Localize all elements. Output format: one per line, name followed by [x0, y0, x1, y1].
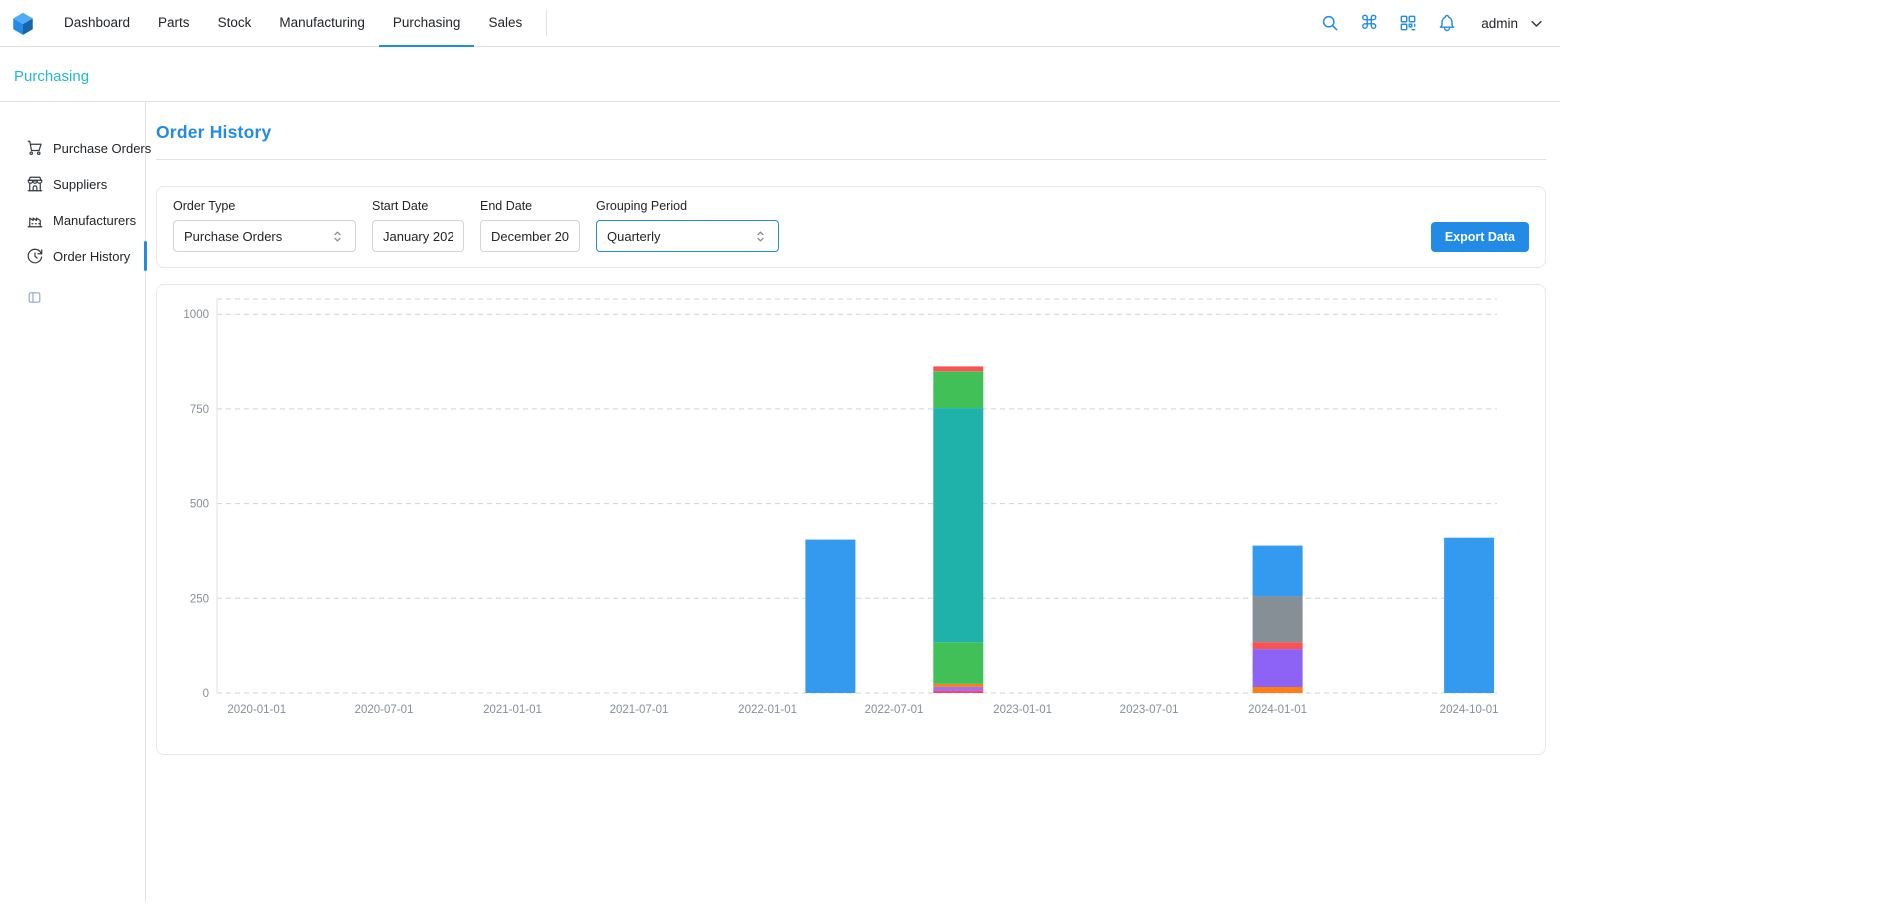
command-icon[interactable]: ⌘ [1358, 12, 1380, 34]
svg-text:500: 500 [190, 499, 209, 511]
page-title: Order History [156, 122, 1546, 143]
sidebar-item-label: Purchase Orders [53, 141, 151, 156]
grouping-period-field: Grouping Period Quarterly [596, 199, 779, 252]
purchasing-sidebar: Purchase Orders Suppliers Manufacturers [0, 102, 146, 902]
sidebar-item-order-history[interactable]: Order History [0, 238, 145, 274]
top-navbar: Dashboard Parts Stock Manufacturing Purc… [0, 0, 1560, 47]
order-type-select[interactable]: Purchase Orders [173, 220, 356, 252]
history-icon [26, 247, 44, 265]
svg-text:2023-01-01: 2023-01-01 [993, 704, 1052, 716]
app-window: Dashboard Parts Stock Manufacturing Purc… [0, 0, 1560, 902]
sidebar-collapse-icon[interactable] [27, 290, 42, 305]
sidebar-item-purchase-orders[interactable]: Purchase Orders [0, 130, 145, 166]
svg-text:2021-07-01: 2021-07-01 [610, 704, 669, 716]
grouping-period-label: Grouping Period [596, 199, 779, 213]
breadcrumb-bar: Purchasing [0, 47, 1560, 102]
main-nav-tabs: Dashboard Parts Stock Manufacturing Purc… [50, 0, 547, 46]
tab-dashboard[interactable]: Dashboard [50, 0, 144, 47]
selector-icon [330, 229, 345, 244]
building-store-icon [26, 175, 44, 193]
chart-card: 0 250 500 750 1000 2020-01-01 2020-07-01 2021-0… [156, 284, 1546, 755]
username: admin [1481, 16, 1518, 31]
title-divider [156, 159, 1546, 160]
tab-purchasing[interactable]: Purchasing [379, 0, 475, 47]
tab-sales[interactable]: Sales [474, 0, 536, 47]
sidebar-item-manufacturers[interactable]: Manufacturers [0, 202, 145, 238]
sidebar-item-suppliers[interactable]: Suppliers [0, 166, 145, 202]
order-history-chart: 0 250 500 750 1000 2020-01-01 2020-07-01 2021-0… [167, 297, 1535, 742]
grouping-period-select[interactable]: Quarterly [596, 220, 779, 252]
svg-text:2022-01-01: 2022-01-01 [738, 704, 797, 716]
sidebar-item-label: Suppliers [53, 177, 107, 192]
svg-text:2024-01-01: 2024-01-01 [1248, 704, 1307, 716]
sidebar-item-label: Manufacturers [53, 213, 136, 228]
tab-label: Sales [488, 15, 522, 30]
scan-qr-icon[interactable] [1397, 12, 1419, 34]
bell-icon[interactable] [1436, 12, 1458, 34]
tab-parts[interactable]: Parts [144, 0, 204, 47]
breadcrumb[interactable]: Purchasing [14, 68, 89, 85]
svg-text:2023-07-01: 2023-07-01 [1120, 704, 1179, 716]
tab-label: Manufacturing [279, 15, 365, 30]
start-date-input[interactable] [372, 220, 464, 252]
tab-manufacturing[interactable]: Manufacturing [265, 0, 379, 47]
order-type-field: Order Type Purchase Orders [173, 199, 356, 252]
tab-label: Dashboard [64, 15, 130, 30]
chevron-down-icon [1529, 16, 1544, 31]
export-data-button[interactable]: Export Data [1431, 222, 1529, 252]
search-icon[interactable] [1319, 12, 1341, 34]
tab-label: Parts [158, 15, 190, 30]
start-date-label: Start Date [372, 199, 464, 213]
svg-text:0: 0 [203, 688, 209, 700]
end-date-field: End Date [480, 199, 580, 252]
nav-divider [546, 10, 547, 36]
svg-text:2024-10-01: 2024-10-01 [1440, 704, 1499, 716]
end-date-label: End Date [480, 199, 580, 213]
app-logo[interactable] [10, 0, 36, 46]
svg-text:2022-07-01: 2022-07-01 [865, 704, 924, 716]
grouping-period-value: Quarterly [607, 229, 660, 244]
svg-text:250: 250 [190, 593, 209, 605]
tab-stock[interactable]: Stock [204, 0, 266, 47]
filter-panel: Order Type Purchase Orders Start Date En… [156, 186, 1546, 268]
tab-label: Stock [218, 15, 252, 30]
order-type-value: Purchase Orders [184, 229, 282, 244]
svg-text:2021-01-01: 2021-01-01 [483, 704, 542, 716]
inventree-logo-icon [10, 10, 36, 36]
order-type-label: Order Type [173, 199, 356, 213]
svg-text:1000: 1000 [183, 309, 209, 321]
navbar-actions: ⌘ admin [1319, 0, 1544, 46]
shopping-cart-icon [26, 139, 44, 157]
start-date-field: Start Date [372, 199, 464, 252]
end-date-input[interactable] [480, 220, 580, 252]
tab-label: Purchasing [393, 15, 461, 30]
selector-icon [753, 229, 768, 244]
sidebar-item-label: Order History [53, 249, 130, 264]
factory-icon [26, 211, 44, 229]
svg-text:750: 750 [190, 404, 209, 416]
order-history-panel: Order History Order Type Purchase Orders… [146, 102, 1560, 902]
user-menu[interactable]: admin [1481, 16, 1544, 31]
svg-text:2020-01-01: 2020-01-01 [227, 704, 286, 716]
svg-text:2020-07-01: 2020-07-01 [355, 704, 414, 716]
